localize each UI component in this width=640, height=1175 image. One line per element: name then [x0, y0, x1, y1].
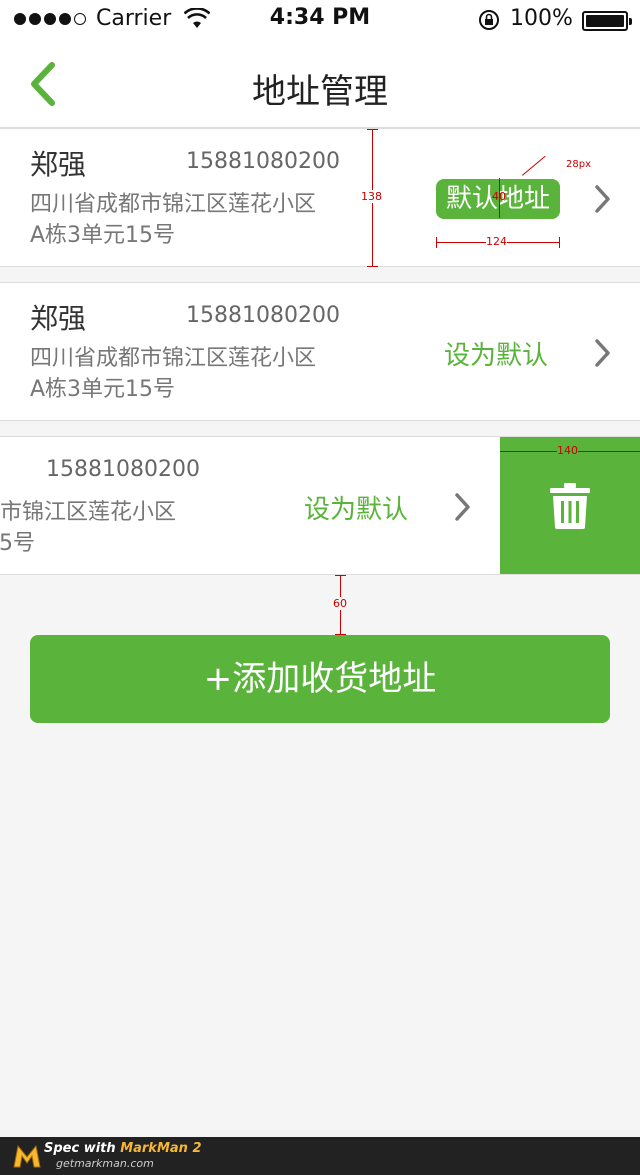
address-line: A栋3单元15号 — [30, 223, 176, 248]
spec-footer: Spec with MarkMan 2 getmarkman.com — [0, 1137, 640, 1175]
set-default-button[interactable]: 设为默认 — [444, 335, 548, 372]
spec-footer-url: getmarkman.com — [56, 1157, 154, 1170]
address-card[interactable]: 郑强 15881080200 四川省成都市锦江区莲花小区 A栋3单元15号 设为… — [0, 282, 640, 421]
markman-logo-icon — [13, 1144, 41, 1168]
chevron-left-icon[interactable] — [26, 62, 66, 106]
recipient-name: 郑强 — [30, 148, 87, 181]
recipient-phone: 15881080200 — [46, 457, 200, 482]
status-bar: Carrier 4:34 PM 100% — [0, 0, 640, 40]
address-line: 四川省成都市锦江区莲花小区 — [30, 192, 317, 217]
address-text: 四川省成都市锦江区莲花小区 A栋3单元15号 — [30, 343, 360, 405]
address-line: A栋3单元15号 — [0, 531, 36, 556]
recipient-phone: 15881080200 — [186, 303, 340, 328]
address-line: 四川省成都市锦江区莲花小区 — [0, 500, 177, 525]
address-card[interactable]: 郑强 15881080200 四川省成都市锦江区莲花小区 A栋3单元15号 默认… — [0, 128, 640, 267]
chevron-right-icon[interactable] — [592, 337, 614, 369]
add-address-button[interactable]: +添加收货地址 — [30, 635, 610, 723]
delete-button[interactable] — [500, 437, 640, 574]
battery-icon — [582, 11, 632, 31]
address-text: 四川省成都市锦江区莲花小区 A栋3单元15号 — [0, 497, 220, 559]
nav-bar: 地址管理 — [0, 40, 640, 128]
measure-tick — [335, 575, 346, 576]
set-default-button[interactable]: 设为默认 — [304, 489, 408, 526]
recipient-name: 郑强 — [30, 302, 87, 335]
chevron-right-icon[interactable] — [452, 491, 474, 523]
address-card[interactable]: 郑强 15881080200 四川省成都市锦江区莲花小区 A栋3单元15号 设为… — [0, 436, 640, 575]
rotation-lock-icon — [479, 10, 499, 30]
recipient-phone: 15881080200 — [186, 149, 340, 174]
address-line: A栋3单元15号 — [30, 377, 176, 402]
battery-percent: 100% — [510, 6, 573, 31]
page-title: 地址管理 — [252, 72, 388, 112]
measure-line — [340, 575, 341, 635]
spec-footer-title: Spec with MarkMan 2 — [44, 1141, 202, 1156]
measure-label: 60 — [333, 597, 347, 610]
address-text: 四川省成都市锦江区莲花小区 A栋3单元15号 — [30, 189, 360, 251]
address-line: 四川省成都市锦江区莲花小区 — [30, 346, 317, 371]
chevron-right-icon[interactable] — [592, 183, 614, 215]
trash-icon — [550, 483, 590, 529]
default-address-badge: 默认地址 — [436, 179, 560, 219]
